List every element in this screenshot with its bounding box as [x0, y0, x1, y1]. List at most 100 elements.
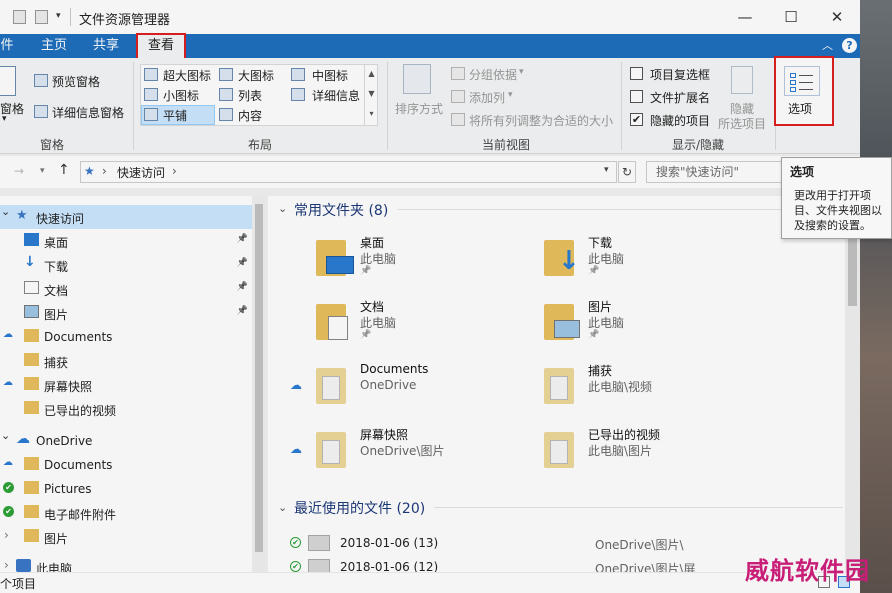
section-collapse-icon[interactable]: ⌄: [278, 202, 287, 215]
file-preview-overlay-icon: [322, 376, 340, 400]
expand-chevron-icon[interactable]: ›: [4, 528, 9, 542]
folder-tile[interactable]: ↓ 下载 此电脑 📌: [544, 234, 754, 290]
item-checkboxes-checkbox[interactable]: [630, 67, 643, 80]
tab-view[interactable]: 查看: [136, 33, 186, 60]
folder-icon: [24, 481, 39, 494]
nav-item[interactable]: ☁ Documents: [0, 453, 252, 477]
layout-list[interactable]: 列表: [238, 87, 262, 104]
layout-large-icons[interactable]: 大图标: [238, 67, 274, 84]
layout-tiles[interactable]: 平铺: [163, 107, 187, 124]
folder-tile[interactable]: 桌面 此电脑 📌: [316, 234, 526, 290]
section-divider: [434, 507, 843, 508]
hide-selected-label-2[interactable]: 所选项目: [718, 115, 766, 132]
refresh-icon[interactable]: ↻: [618, 161, 636, 183]
address-dropdown-icon[interactable]: ▾: [604, 165, 609, 175]
layout-medium-icons[interactable]: 中图标: [312, 67, 348, 84]
close-button[interactable]: ✕: [814, 0, 860, 34]
quick-access-toolbar-dropdown-icon[interactable]: ▾: [56, 11, 61, 21]
navigation-pane-icon[interactable]: [0, 66, 16, 96]
new-folder-icon[interactable]: [35, 10, 48, 24]
folder-name: 屏幕快照: [360, 428, 409, 442]
nav-item[interactable]: ★ ⌄ 快速访问: [0, 205, 252, 229]
nav-scrollbar-thumb[interactable]: [255, 204, 263, 552]
add-column-dropdown-icon[interactable]: ▾: [508, 90, 513, 100]
breadcrumb-chevron-icon[interactable]: ›: [102, 164, 107, 178]
file-extensions-checkbox[interactable]: [630, 90, 643, 103]
small-icons-icon: [144, 88, 158, 101]
hidden-items-checkbox[interactable]: ✔: [630, 113, 643, 126]
layout-content[interactable]: 内容: [238, 107, 262, 124]
layout-extra-large-icons[interactable]: 超大图标: [163, 67, 211, 84]
content-scrollbar[interactable]: [845, 196, 860, 572]
folder-tile[interactable]: 已导出的视频 此电脑\图片: [544, 426, 754, 482]
nav-item[interactable]: 桌面 📌: [0, 229, 252, 253]
nav-item[interactable]: 捕获: [0, 349, 252, 373]
options-label[interactable]: 选项: [788, 100, 812, 117]
collapse-ribbon-icon[interactable]: ︿: [822, 37, 833, 53]
layout-small-icons[interactable]: 小图标: [163, 87, 199, 104]
nav-item[interactable]: ☁ 屏幕快照: [0, 373, 252, 397]
collapse-chevron-icon[interactable]: ⌄: [1, 429, 10, 442]
pin-icon[interactable]: 📌: [237, 234, 248, 244]
details-pane-icon[interactable]: [34, 105, 48, 118]
section-collapse-icon[interactable]: ⌄: [278, 501, 287, 514]
tab-file[interactable]: 件: [0, 34, 14, 58]
fit-columns-button[interactable]: 将所有列调整为合适的大小: [469, 112, 613, 129]
maximize-button[interactable]: ☐: [768, 0, 814, 34]
folder-tile[interactable]: 捕获 此电脑\视频: [544, 362, 754, 418]
tab-share[interactable]: 共享: [84, 34, 128, 58]
preview-pane-icon[interactable]: [34, 74, 48, 87]
folder-tile[interactable]: 屏幕快照 OneDrive\图片: [316, 426, 526, 482]
nav-item[interactable]: ☁ Documents: [0, 325, 252, 349]
folder-name: 图片: [588, 300, 613, 314]
item-count: 个项目: [0, 577, 37, 591]
layout-gallery-scroll[interactable]: ▲ ▼ ▾: [364, 64, 378, 126]
nav-item[interactable]: ☁ ⌄ OneDrive: [0, 429, 252, 453]
folder-tile[interactable]: Documents OneDrive: [316, 362, 526, 418]
layout-details[interactable]: 详细信息: [312, 87, 360, 104]
nav-scrollbar[interactable]: [252, 196, 266, 572]
group-by-dropdown-icon[interactable]: ▾: [519, 67, 524, 77]
sort-by-button[interactable]: 排序方式: [395, 100, 443, 117]
nav-item[interactable]: ✔ 电子邮件附件: [0, 501, 252, 525]
collapse-chevron-icon[interactable]: ⌄: [1, 205, 10, 218]
back-arrow-icon[interactable]: →: [14, 164, 24, 178]
nav-item[interactable]: 已导出的视频: [0, 397, 252, 421]
frequent-folders-header[interactable]: 常用文件夹 (8): [294, 200, 388, 220]
item-checkboxes-label[interactable]: 项目复选框: [650, 66, 710, 83]
help-icon[interactable]: ?: [842, 38, 857, 53]
folder-location: OneDrive\图片: [360, 444, 445, 458]
tab-home[interactable]: 主页: [32, 34, 76, 58]
folder-icon: [24, 401, 39, 414]
properties-icon[interactable]: [13, 10, 26, 24]
nav-item[interactable]: 图片 📌: [0, 301, 252, 325]
nav-item[interactable]: ↓ 下载 📌: [0, 253, 252, 277]
minimize-button[interactable]: —: [722, 0, 768, 34]
folder-tile[interactable]: 图片 此电脑 📌: [544, 298, 754, 354]
desktop-icon: [24, 233, 39, 246]
navigation-pane-dropdown-icon[interactable]: ▾: [2, 114, 7, 124]
preview-pane-button[interactable]: 预览窗格: [52, 73, 100, 90]
recent-files-header[interactable]: 最近使用的文件 (20): [294, 498, 425, 518]
search-input[interactable]: 搜索"快速访问": [646, 161, 786, 183]
pin-icon[interactable]: 📌: [237, 306, 248, 316]
add-column-button[interactable]: 添加列: [469, 89, 505, 106]
nav-item[interactable]: › 图片: [0, 525, 252, 549]
up-arrow-icon[interactable]: ↑: [58, 162, 70, 178]
pin-icon[interactable]: 📌: [237, 282, 248, 292]
desktop-overlay-icon: [326, 256, 354, 274]
expand-chevron-icon[interactable]: ›: [4, 558, 9, 572]
details-pane-button[interactable]: 详细信息窗格: [52, 104, 124, 121]
recent-locations-icon[interactable]: ▾: [40, 166, 45, 176]
breadcrumb-chevron-icon[interactable]: ›: [172, 164, 177, 178]
file-extensions-label[interactable]: 文件扩展名: [650, 89, 710, 106]
folder-tile[interactable]: 文档 此电脑 📌: [316, 298, 526, 354]
nav-item[interactable]: 文档 📌: [0, 277, 252, 301]
add-column-icon: [451, 90, 465, 103]
hidden-items-label[interactable]: 隐藏的项目: [650, 112, 710, 129]
nav-item[interactable]: ✔ Pictures: [0, 477, 252, 501]
group-by-button[interactable]: 分组依据: [469, 66, 517, 83]
group-by-icon: [451, 67, 465, 80]
breadcrumb-quick-access[interactable]: 快速访问: [117, 164, 165, 181]
pin-icon[interactable]: 📌: [237, 258, 248, 268]
